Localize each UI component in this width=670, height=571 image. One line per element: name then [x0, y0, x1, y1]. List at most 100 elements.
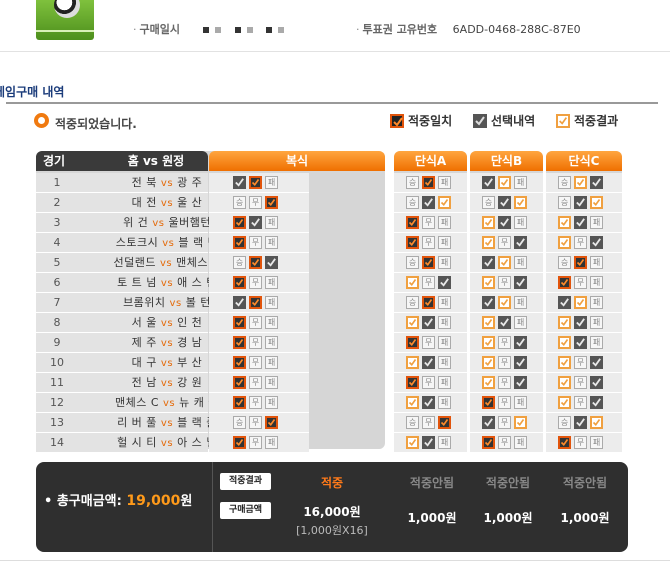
vs-label: vs	[162, 238, 175, 249]
single-b-win-box	[482, 396, 495, 409]
option-label: 패	[267, 298, 276, 307]
single-b-row: 무	[470, 373, 543, 393]
single-a-win-box: 승	[406, 296, 419, 309]
vs-label: vs	[160, 338, 174, 349]
option-label: 무	[500, 238, 509, 247]
option-label: 패	[516, 218, 525, 227]
home-team: 브롬위치	[123, 296, 166, 309]
combo-win-box	[233, 296, 246, 309]
combo-win-box	[233, 376, 246, 389]
away-team: 강 원	[177, 376, 203, 389]
summary-single-c: 적중안됨 1,000원	[547, 470, 623, 526]
combo-row: 무패	[209, 353, 309, 373]
purchase-detail-page: · 구매일시 · 투표권 고유번호 6ADD-0468-288C-87E0 게임구매…	[0, 0, 670, 571]
home-team: 리 버 풀	[117, 416, 157, 429]
home-team: 대 전	[131, 196, 157, 209]
option-label: 패	[440, 178, 449, 187]
combo-options: 무패	[233, 236, 278, 249]
single-b-options: 패	[482, 296, 527, 309]
vs-label: vs	[160, 318, 174, 329]
single-a-options: 패	[406, 436, 451, 449]
single-a-row: 무패	[394, 373, 467, 393]
single-b-row: 패	[470, 313, 543, 333]
single-c-row: 승	[546, 413, 622, 433]
combo-win-box	[233, 436, 246, 449]
single-b-panel: 단식B 패승패무패무패패무무무무패무무패	[470, 151, 543, 453]
combo-options: 무패	[233, 356, 278, 369]
single-c-options: 승패	[558, 256, 603, 269]
single-a-amount: 1,000원	[407, 511, 457, 525]
option-label: 승	[560, 198, 569, 207]
option-label: 무	[424, 418, 433, 427]
masked-value	[215, 27, 222, 33]
option-label: 승	[408, 178, 417, 187]
combo-options: 무패	[233, 276, 278, 289]
combo-lose-box	[265, 196, 278, 209]
match-number: 14	[50, 436, 64, 449]
home-team: 선덜랜드	[113, 256, 156, 269]
single-c-draw-box	[574, 176, 587, 189]
away-team: 울 산	[177, 196, 203, 209]
single-c-row: 무	[546, 353, 622, 373]
single-a-lose-box: 패	[438, 236, 451, 249]
single-b-lose-box: 패	[514, 436, 527, 449]
combo-win-box: 승	[233, 256, 246, 269]
col-home: 홈	[127, 154, 139, 168]
home-team: 맨체스 C	[114, 396, 160, 409]
vs-label: vs	[160, 378, 174, 389]
single-a-win-box	[406, 276, 419, 289]
single-b-options: 무	[482, 416, 527, 429]
home-team: 서 울	[131, 316, 157, 329]
ticket-id-value: 6ADD-0468-288C-87E0	[452, 23, 581, 36]
match-number: 1	[53, 176, 61, 189]
single-c-row: 무	[546, 393, 622, 413]
single-c-win-box	[558, 356, 571, 369]
option-label: 패	[267, 338, 276, 347]
single-a-lose-box: 패	[438, 256, 451, 269]
purchase-label: 구매일시	[139, 23, 180, 36]
single-a-status: 적중안됨	[409, 476, 455, 490]
combo-options: 무패	[233, 316, 278, 329]
combo-draw-box: 무	[249, 196, 262, 209]
single-a-win-box	[406, 436, 419, 449]
single-c-row: 무	[546, 233, 622, 253]
option-label: 패	[440, 338, 449, 347]
match-row: 4 스토크시 vs 블 랙 번	[36, 233, 218, 253]
single-b-lose-box: 패	[514, 396, 527, 409]
option-label: 무	[251, 198, 260, 207]
single-c-lose-box: 패	[590, 256, 603, 269]
option-label: 패	[440, 438, 449, 447]
option-label: 패	[516, 318, 525, 327]
option-label: 패	[267, 318, 276, 327]
masked-value	[266, 27, 273, 33]
combo-options: 패	[233, 296, 278, 309]
single-c-amount: 1,000원	[560, 511, 610, 525]
combo-win-box	[233, 276, 246, 289]
option-label: 승	[560, 258, 569, 267]
combo-draw-box	[249, 296, 262, 309]
combo-win-box	[233, 176, 246, 189]
combo-options: 무패	[233, 336, 278, 349]
match-row: 14 헐 시 티 vs 아 스 널	[36, 433, 216, 453]
single-a-lose-box: 패	[438, 376, 451, 389]
single-b-draw-box	[498, 176, 511, 189]
single-b-win-box	[482, 276, 495, 289]
option-label: 무	[500, 398, 509, 407]
single-c-lose-box	[590, 416, 603, 429]
combo-options: 무패	[233, 436, 278, 449]
option-label: 패	[267, 278, 276, 287]
single-c-row: 승패	[546, 253, 622, 273]
combo-lose-box: 패	[265, 236, 278, 249]
away-team: 부 산	[177, 356, 203, 369]
single-b-win-box	[482, 316, 495, 329]
single-b-options: 무패	[482, 436, 527, 449]
option-label: 무	[424, 238, 433, 247]
single-a-row: 승패	[394, 173, 467, 193]
single-c-lose-box: 패	[590, 336, 603, 349]
match-number: 7	[53, 296, 61, 309]
single-a-lose-box: 패	[438, 296, 451, 309]
single-b-draw-box: 무	[498, 236, 511, 249]
combo-lose-box: 패	[265, 356, 278, 369]
single-c-lose-box	[590, 356, 603, 369]
vs-label: vs	[152, 218, 165, 229]
